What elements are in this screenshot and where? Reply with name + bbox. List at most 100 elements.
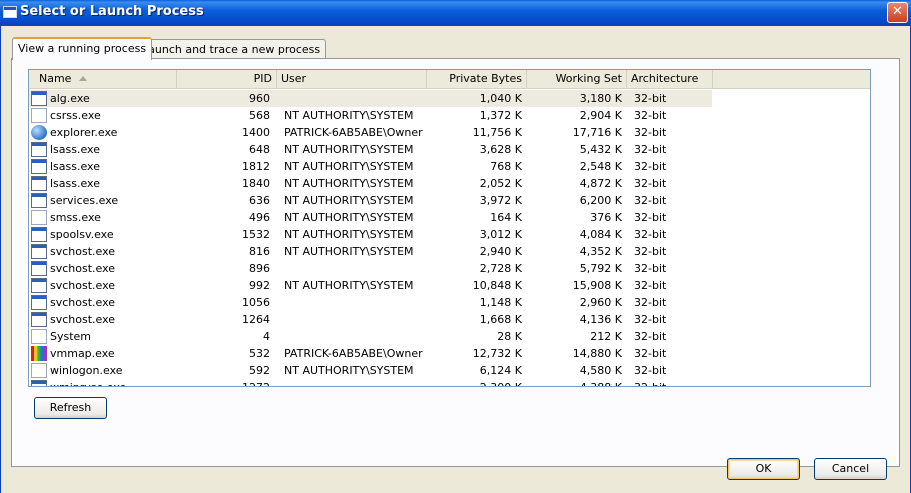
cell-architecture: 32-bit	[634, 313, 667, 326]
cell-architecture: 32-bit	[634, 143, 667, 156]
cancel-button[interactable]: Cancel	[814, 458, 887, 480]
cell-pid: 568	[249, 109, 270, 122]
cell-working-set: 4,352 K	[579, 245, 622, 258]
column-header-private-bytes[interactable]: Private Bytes	[427, 70, 527, 89]
column-header-working-set[interactable]: Working Set	[527, 70, 627, 89]
window-icon	[31, 227, 47, 242]
cell-name: System	[50, 330, 92, 343]
cell-architecture: 32-bit	[634, 228, 667, 241]
cell-pid: 648	[249, 143, 270, 156]
table-row[interactable]: lsass.exe 1840 NT AUTHORITY\SYSTEM 2,052 K 4…	[29, 175, 855, 192]
table-row[interactable]: explorer.exe 1400 PATRICK-6AB5ABE\Owner 11,…	[29, 124, 855, 141]
cell-private-bytes: 164 K	[490, 211, 522, 224]
column-header-pid[interactable]: PID	[177, 70, 277, 89]
cell-architecture: 32-bit	[634, 245, 667, 258]
window-icon	[31, 142, 47, 157]
cell-user	[281, 260, 427, 277]
cell-name: csrss.exe	[50, 109, 101, 122]
cell-user: NT AUTHORITY\SYSTEM	[284, 109, 414, 122]
cell-working-set: 4,872 K	[579, 177, 622, 190]
cell-user: PATRICK-6AB5ABE\Owner	[284, 347, 423, 360]
cell-pid: 1532	[242, 228, 270, 241]
cell-name: svchost.exe	[50, 296, 116, 309]
ok-button[interactable]: OK	[727, 458, 800, 480]
cell-pid: 992	[249, 279, 270, 292]
cell-working-set: 5,432 K	[579, 143, 622, 156]
cell-name: svchost.exe	[50, 245, 116, 258]
column-header-architecture[interactable]: Architecture	[627, 70, 713, 89]
cell-user: NT AUTHORITY\SYSTEM	[284, 211, 414, 224]
refresh-button[interactable]: Refresh	[34, 397, 107, 419]
cell-name: lsass.exe	[50, 160, 100, 173]
cell-user	[281, 379, 427, 386]
cell-architecture: 32-bit	[634, 330, 667, 343]
cell-private-bytes: 6,124 K	[479, 364, 522, 377]
table-row[interactable]: svchost.exe 992 NT AUTHORITY\SYSTEM 10,848 …	[29, 277, 855, 294]
cell-private-bytes: 2,940 K	[479, 245, 522, 258]
cell-working-set: 15,908 K	[572, 279, 622, 292]
column-header-user[interactable]: User	[277, 70, 427, 89]
cell-architecture: 32-bit	[634, 262, 667, 275]
process-list[interactable]: Name PID User Private Bytes Working Set …	[28, 69, 871, 387]
cell-private-bytes: 2,052 K	[479, 177, 522, 190]
cell-user: NT AUTHORITY\SYSTEM	[284, 160, 414, 173]
table-row[interactable]: svchost.exe 1056 1,148 K 2,960 K 32-bit	[29, 294, 855, 311]
cell-working-set: 3,180 K	[579, 92, 622, 105]
close-button[interactable]: ✕	[887, 2, 908, 23]
cell-architecture: 32-bit	[634, 296, 667, 309]
cell-user	[281, 90, 427, 107]
cell-user	[281, 294, 427, 311]
cell-user	[281, 328, 427, 345]
cell-architecture: 32-bit	[634, 160, 667, 173]
cell-private-bytes: 28 K	[497, 330, 522, 343]
cell-architecture: 32-bit	[634, 364, 667, 377]
cell-working-set: 4,580 K	[579, 364, 622, 377]
cell-working-set: 4,136 K	[579, 313, 622, 326]
window-icon	[31, 176, 47, 191]
table-row[interactable]: alg.exe 960 1,040 K 3,180 K 32-bit	[29, 90, 855, 107]
table-row[interactable]: lsass.exe 1812 NT AUTHORITY\SYSTEM 768 K 2,5…	[29, 158, 855, 175]
window-icon	[31, 244, 47, 259]
cell-working-set: 212 K	[590, 330, 622, 343]
cell-private-bytes: 2,300 K	[427, 379, 525, 386]
cell-working-set: 2,904 K	[579, 109, 622, 122]
table-row[interactable]: winlogon.exe 592 NT AUTHORITY\SYSTEM 6,124 …	[29, 362, 855, 379]
table-row[interactable]: csrss.exe 568 NT AUTHORITY\SYSTEM 1,372 K 2,…	[29, 107, 855, 124]
table-row[interactable]: svchost.exe 1264 1,668 K 4,136 K 32-bit	[29, 311, 855, 328]
cell-pid: 1264	[242, 313, 270, 326]
table-row[interactable]: services.exe 636 NT AUTHORITY\SYSTEM 3,972 …	[29, 192, 855, 209]
tab-view-running-process[interactable]: View a running process	[12, 37, 153, 60]
cell-private-bytes: 1,040 K	[479, 92, 522, 105]
table-row[interactable]: svchost.exe 896 2,728 K 5,792 K 32-bit	[29, 260, 855, 277]
cell-working-set: 5,792 K	[579, 262, 622, 275]
table-row[interactable]: smss.exe 496 NT AUTHORITY\SYSTEM 164 K 376 K…	[29, 209, 855, 226]
table-row[interactable]: System 4 28 K 212 K 32-bit	[29, 328, 855, 345]
cell-name: svchost.exe	[50, 262, 116, 275]
cell-working-set: 17,716 K	[572, 126, 622, 139]
cell-name: winlogon.exe	[50, 364, 123, 377]
cell-name: smss.exe	[50, 211, 101, 224]
window-icon	[31, 295, 47, 310]
table-row[interactable]: vmmap.exe 532 PATRICK-6AB5ABE\Owner 12,732 …	[29, 345, 855, 362]
cell-name: lsass.exe	[50, 177, 100, 190]
cell-architecture: 32-bit	[634, 211, 667, 224]
tab-launch-new-process[interactable]: Launch and trace a new process	[136, 39, 327, 60]
table-row[interactable]: svchost.exe 816 NT AUTHORITY\SYSTEM 2,940 K…	[29, 243, 855, 260]
cell-user: NT AUTHORITY\SYSTEM	[284, 194, 414, 207]
table-row[interactable]: lsass.exe 648 NT AUTHORITY\SYSTEM 3,628 K 5,…	[29, 141, 855, 158]
dialog-body: View a running process Launch and trace …	[0, 26, 911, 493]
cell-pid: 896	[249, 262, 270, 275]
cell-working-set: 4,084 K	[579, 228, 622, 241]
cell-user	[281, 311, 427, 328]
table-row[interactable]: spoolsv.exe 1532 NT AUTHORITY\SYSTEM 3,012 …	[29, 226, 855, 243]
cell-pid: 592	[249, 364, 270, 377]
cell-architecture: 32-bit	[634, 347, 667, 360]
window-icon	[31, 193, 47, 208]
tab-label: Launch and trace a new process	[142, 43, 321, 56]
column-header-name[interactable]: Name	[29, 70, 177, 89]
tab-label: View a running process	[18, 42, 147, 55]
table-row[interactable]: wmiprvse.exe1272 2,300 K4,388 K 32-bit	[29, 379, 855, 386]
window-icon	[31, 159, 47, 174]
cell-private-bytes: 10,848 K	[472, 279, 522, 292]
cell-working-set: 2,548 K	[579, 160, 622, 173]
